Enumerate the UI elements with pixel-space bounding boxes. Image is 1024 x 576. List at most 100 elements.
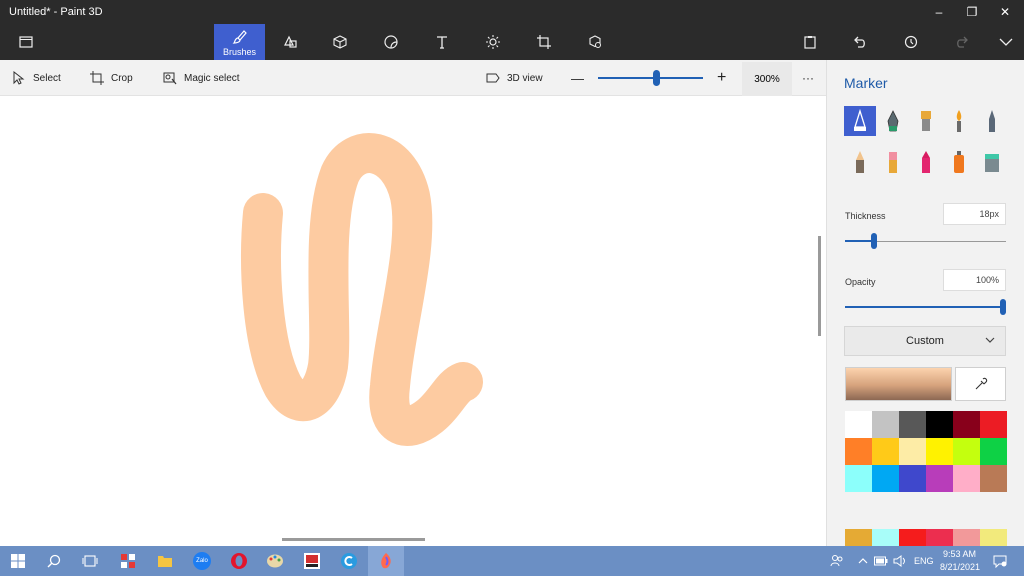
text-tab[interactable] <box>420 24 464 60</box>
close-button[interactable]: ✕ <box>988 0 1022 24</box>
color-mode-dropdown[interactable]: Custom <box>844 326 1006 356</box>
3d-view-label: 3D view <box>507 72 543 84</box>
opacity-slider-thumb[interactable] <box>1000 299 1006 315</box>
people-icon[interactable] <box>830 554 844 568</box>
zoom-level[interactable]: 300% <box>742 62 792 96</box>
color-swatch[interactable] <box>926 465 953 492</box>
zoom-slider-thumb[interactable] <box>652 70 660 86</box>
undo-icon <box>854 36 865 48</box>
color-swatch[interactable] <box>953 411 980 438</box>
task-view-button[interactable] <box>72 546 108 576</box>
clock-date[interactable]: 8/21/2021 <box>940 562 980 572</box>
minimize-button[interactable]: – <box>922 0 956 24</box>
watercolor-brush[interactable] <box>943 106 975 136</box>
notifications-icon[interactable] <box>993 554 1007 568</box>
language-indicator[interactable]: ENG <box>914 556 934 566</box>
search-icon <box>47 554 61 568</box>
taskbar-app-2[interactable] <box>294 546 330 576</box>
file-explorer-button[interactable] <box>147 546 183 576</box>
windows-icon <box>11 554 25 568</box>
paste-button[interactable] <box>788 24 832 60</box>
color-swatch[interactable] <box>872 465 899 492</box>
color-swatch[interactable] <box>899 411 926 438</box>
eraser-brush[interactable] <box>877 147 909 177</box>
drawing-canvas[interactable] <box>0 96 818 546</box>
magic-select-tool[interactable]: Magic select <box>163 60 240 96</box>
canvas-tab[interactable] <box>522 24 566 60</box>
coc-coc-button[interactable] <box>331 546 367 576</box>
2d-shapes-tab[interactable] <box>268 24 312 60</box>
calligraphy-pen-brush[interactable] <box>877 106 909 136</box>
color-swatch[interactable] <box>926 411 953 438</box>
clock-time[interactable]: 9:53 AM <box>943 549 976 559</box>
zalo-button[interactable]: Zalo <box>184 546 220 576</box>
paint-3d-taskbar-button[interactable] <box>368 546 404 576</box>
chevron-up-icon[interactable] <box>858 556 868 566</box>
marker-brush[interactable] <box>844 106 876 136</box>
color-swatch[interactable] <box>845 465 872 492</box>
taskbar-app-1[interactable] <box>110 546 146 576</box>
vertical-scrollbar[interactable] <box>818 236 821 336</box>
crop-label: Crop <box>111 72 133 84</box>
palette-icon <box>267 554 283 568</box>
color-swatch[interactable] <box>872 411 899 438</box>
3d-shapes-tab[interactable] <box>318 24 362 60</box>
3d-view-toggle[interactable]: 3D view <box>486 60 543 96</box>
sticker-icon <box>384 35 398 49</box>
thickness-label: Thickness <box>845 211 886 221</box>
opera-button[interactable] <box>221 546 257 576</box>
brushes-tab[interactable]: Brushes <box>214 24 265 60</box>
crop-tool[interactable]: Crop <box>90 60 133 96</box>
3d-library-tab[interactable] <box>573 24 617 60</box>
color-swatch[interactable] <box>980 438 1007 465</box>
opacity-input[interactable]: 100% <box>943 269 1006 291</box>
spray-can-icon <box>954 151 964 173</box>
fill-brush[interactable] <box>976 147 1008 177</box>
oil-brush-icon <box>921 111 931 131</box>
effects-tab[interactable] <box>471 24 515 60</box>
eyedropper-button[interactable] <box>955 367 1006 401</box>
color-swatch[interactable] <box>872 438 899 465</box>
expand-button[interactable] <box>984 24 1024 60</box>
color-swatch[interactable] <box>899 438 926 465</box>
color-swatch[interactable] <box>980 411 1007 438</box>
oil-brush[interactable] <box>910 106 942 136</box>
horizontal-scrollbar[interactable] <box>282 538 425 541</box>
color-swatch[interactable] <box>845 438 872 465</box>
crayon-brush[interactable] <box>910 147 942 177</box>
thickness-input[interactable]: 18px <box>943 203 1006 225</box>
color-swatch[interactable] <box>980 465 1007 492</box>
color-mode-value: Custom <box>906 335 944 347</box>
color-swatch[interactable] <box>926 438 953 465</box>
zoom-out-button[interactable]: — <box>571 60 584 96</box>
thickness-slider-thumb[interactable] <box>870 233 877 249</box>
thickness-slider-fill <box>845 240 874 242</box>
menu-button[interactable] <box>4 24 48 60</box>
undo-button[interactable] <box>838 24 882 60</box>
pencil-brush[interactable] <box>844 147 876 177</box>
canvas-drawing <box>241 133 483 446</box>
color-swatch[interactable] <box>953 465 980 492</box>
color-swatch[interactable] <box>899 465 926 492</box>
pixel-pen-brush[interactable] <box>976 106 1008 136</box>
zoom-in-button[interactable]: + <box>717 60 726 96</box>
paint-app-button[interactable] <box>257 546 293 576</box>
more-options-button[interactable]: ··· <box>802 60 814 96</box>
zoom-slider-track[interactable] <box>598 77 703 79</box>
chevron-down-icon <box>985 337 995 343</box>
search-button[interactable] <box>36 546 72 576</box>
text-icon <box>437 36 447 49</box>
volume-icon[interactable] <box>893 555 907 567</box>
start-button[interactable] <box>0 546 36 576</box>
history-button[interactable] <box>889 24 933 60</box>
color-swatch[interactable] <box>845 411 872 438</box>
color-swatch[interactable] <box>953 438 980 465</box>
redo-button[interactable] <box>940 24 984 60</box>
battery-icon[interactable] <box>874 556 888 566</box>
spray-can-brush[interactable] <box>943 147 975 177</box>
current-color-preview[interactable] <box>845 367 952 401</box>
select-tool[interactable]: Select <box>12 60 61 96</box>
stickers-tab[interactable] <box>369 24 413 60</box>
task-view-icon <box>82 555 98 567</box>
maximize-button[interactable]: ❐ <box>955 0 989 24</box>
